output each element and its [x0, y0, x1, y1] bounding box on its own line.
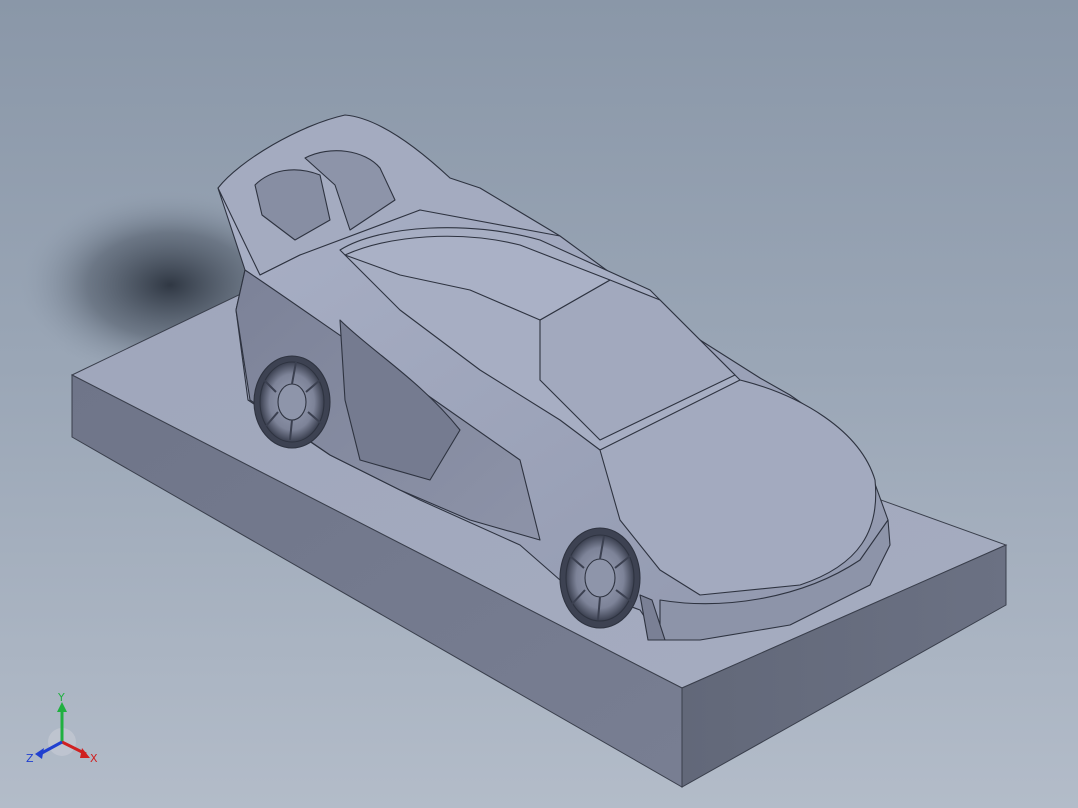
y-axis-label: Y: [57, 692, 65, 704]
graphics-viewport[interactable]: Y X Z: [0, 0, 1078, 808]
x-arrow-icon: [80, 748, 90, 758]
z-arrow-icon: [35, 748, 44, 759]
rear-wheel[interactable]: [253, 355, 331, 449]
view-orientation-triad[interactable]: Y X Z: [26, 692, 106, 770]
z-axis-label: Z: [26, 752, 34, 765]
x-axis-label: X: [90, 752, 98, 765]
front-wheel[interactable]: [559, 527, 641, 629]
model-scene[interactable]: [0, 0, 1078, 808]
